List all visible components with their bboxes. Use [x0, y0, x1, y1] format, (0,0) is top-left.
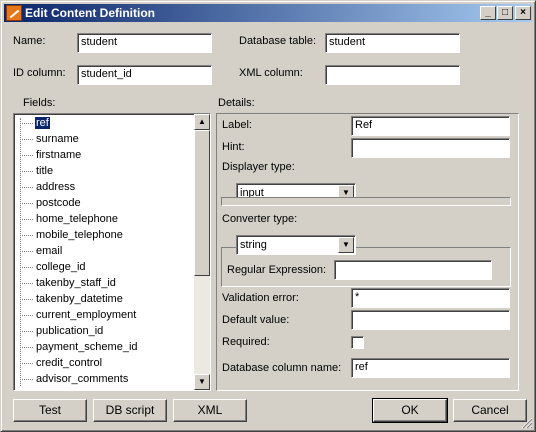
- field-list-item[interactable]: title: [20, 164, 54, 180]
- converter-type-value: string: [240, 239, 267, 251]
- field-list-item[interactable]: firstname: [20, 148, 82, 164]
- edit-content-definition-dialog: Edit Content Definition _ □ × Name: stud…: [0, 0, 536, 432]
- tree-connector-line: [20, 218, 33, 220]
- field-list-item-label: current_employment: [36, 309, 137, 321]
- xml-column-label: XML column:: [239, 67, 303, 79]
- field-list-item-label: publication_id: [36, 325, 104, 337]
- label-label: Label:: [222, 119, 252, 131]
- window-title: Edit Content Definition: [25, 6, 155, 20]
- xml-button[interactable]: XML: [173, 399, 247, 422]
- tree-connector-line: [20, 266, 33, 268]
- name-input[interactable]: student: [77, 33, 212, 53]
- tree-connector-line: [20, 330, 33, 332]
- database-column-name-label: Database column name:: [222, 362, 342, 374]
- database-column-name-input[interactable]: ref: [351, 358, 510, 378]
- test-button[interactable]: Test: [13, 399, 87, 422]
- converter-type-select[interactable]: string ▼: [236, 235, 356, 255]
- field-list-item-label: takenby_staff_id: [36, 277, 116, 289]
- field-list-item[interactable]: current_employment: [20, 308, 137, 324]
- validation-error-label: Validation error:: [222, 292, 299, 304]
- field-list-item-label: home_telephone: [36, 213, 118, 225]
- regular-expression-input[interactable]: [334, 260, 492, 280]
- tree-connector-line: [20, 346, 33, 348]
- default-value-label: Default value:: [222, 314, 290, 326]
- field-list-item[interactable]: credit_control: [20, 356, 103, 372]
- field-list-item[interactable]: home_telephone: [20, 212, 119, 228]
- field-list-item-label: college_id: [36, 261, 86, 273]
- db-script-button[interactable]: DB script: [93, 399, 167, 422]
- field-list-item-label: takenby_datetime: [36, 293, 123, 305]
- field-list-item[interactable]: publication_id: [20, 324, 104, 340]
- displayer-divider: [221, 197, 511, 206]
- validation-error-input[interactable]: *: [351, 288, 510, 308]
- field-list-item-label: credit_control: [36, 357, 103, 369]
- field-list-item[interactable]: mobile_telephone: [20, 228, 124, 244]
- resize-grip-icon[interactable]: [521, 417, 533, 429]
- tree-connector-line: [20, 250, 33, 252]
- scroll-thumb[interactable]: [194, 130, 210, 276]
- field-list-item-label: postcode: [36, 197, 81, 209]
- chevron-down-icon[interactable]: ▼: [338, 237, 354, 253]
- tree-connector-line: [20, 170, 33, 172]
- field-list-item[interactable]: payment_scheme_id: [20, 340, 139, 356]
- tree-connector-line: [20, 234, 33, 236]
- field-list-item-label: ref: [35, 117, 50, 129]
- title-bar[interactable]: Edit Content Definition _ □ ×: [4, 4, 532, 22]
- tree-connector-line: [20, 138, 33, 140]
- field-list-item-label: title: [36, 165, 54, 177]
- tree-connector-line: [20, 298, 33, 300]
- field-list-item-label: firstname: [36, 149, 82, 161]
- tree-connector-line: [20, 186, 33, 188]
- xml-column-input[interactable]: [325, 65, 460, 85]
- tree-connector-line: [20, 362, 33, 364]
- scroll-up-arrow-icon[interactable]: ▲: [194, 114, 210, 130]
- scroll-down-arrow-icon[interactable]: ▼: [194, 374, 210, 390]
- field-list-item[interactable]: postcode: [20, 196, 82, 212]
- label-input[interactable]: Ref: [351, 116, 510, 136]
- close-button[interactable]: ×: [515, 6, 531, 20]
- default-value-input[interactable]: [351, 310, 510, 330]
- fields-scrollbar[interactable]: ▲ ▼: [194, 114, 210, 390]
- field-list-item-label: payment_scheme_id: [36, 341, 138, 353]
- field-list-item-label: address: [36, 181, 76, 193]
- field-list-item[interactable]: takenby_datetime: [20, 292, 124, 308]
- hint-label: Hint:: [222, 141, 245, 153]
- name-label: Name:: [13, 35, 46, 47]
- field-list-item[interactable]: advisor_comments: [20, 372, 129, 388]
- details-label: Details:: [218, 97, 255, 109]
- tree-connector-line: [20, 202, 33, 204]
- id-column-label: ID column:: [13, 67, 66, 79]
- tree-connector-line: [20, 122, 33, 124]
- database-table-label: Database table:: [239, 35, 317, 47]
- id-column-input[interactable]: student_id: [77, 65, 212, 85]
- field-list-item[interactable]: surname: [20, 132, 80, 148]
- field-list-item-label: surname: [36, 133, 79, 145]
- maximize-button[interactable]: □: [497, 6, 513, 20]
- ok-button[interactable]: OK: [372, 398, 448, 423]
- app-icon: [6, 5, 22, 21]
- fields-tree[interactable]: ref surname firstname title address postcode h…: [13, 113, 211, 391]
- field-list-item[interactable]: address: [20, 180, 76, 196]
- field-list-item[interactable]: email: [20, 244, 63, 260]
- tree-connector-line: [20, 282, 33, 284]
- field-list-item[interactable]: ref: [20, 116, 50, 132]
- required-checkbox[interactable]: [351, 336, 364, 349]
- displayer-type-label: Displayer type:: [222, 161, 295, 173]
- fields-label: Fields:: [23, 97, 56, 109]
- field-list-item-label: mobile_telephone: [36, 229, 123, 241]
- field-list-item-label: advisor_comments: [36, 373, 129, 385]
- regular-expression-label: Regular Expression:: [227, 264, 327, 276]
- cancel-button[interactable]: Cancel: [453, 399, 527, 422]
- required-label: Required:: [222, 336, 270, 348]
- hint-input[interactable]: [351, 138, 510, 158]
- database-table-input[interactable]: student: [325, 33, 460, 53]
- field-list-item-label: email: [36, 245, 63, 257]
- field-list-item[interactable]: takenby_staff_id: [20, 276, 117, 292]
- field-list-item[interactable]: college_id: [20, 260, 87, 276]
- tree-connector-line: [20, 378, 33, 380]
- tree-connector-line: [20, 154, 33, 156]
- minimize-button[interactable]: _: [480, 6, 496, 20]
- converter-type-label: Converter type:: [222, 213, 298, 225]
- tree-connector-line: [20, 314, 33, 316]
